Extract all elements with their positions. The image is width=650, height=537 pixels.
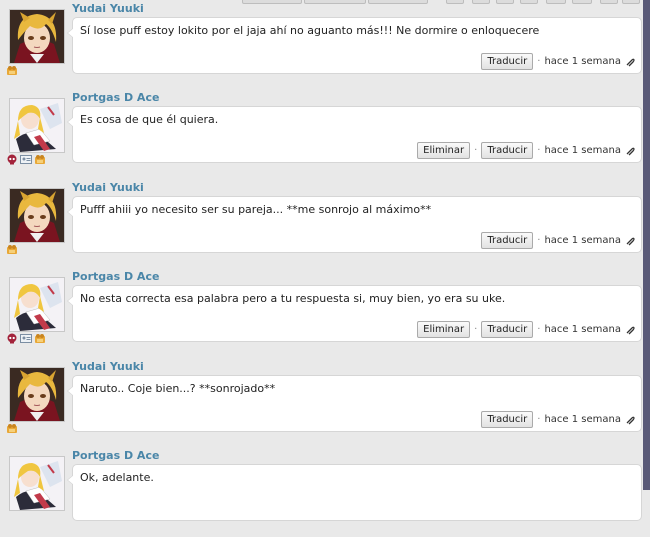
avatar[interactable]	[9, 367, 65, 422]
timestamp: hace 1 semana	[544, 414, 621, 425]
timestamp: hace 1 semana	[544, 235, 621, 246]
timestamp: hace 1 semana	[544, 56, 621, 67]
delete-button[interactable]: Eliminar	[417, 142, 471, 159]
avatar[interactable]	[9, 456, 65, 511]
user-badges	[6, 423, 18, 434]
message: Portgas D Ace Es cosa de que él quiera. El…	[0, 91, 650, 179]
paw-icon[interactable]	[34, 154, 46, 165]
user-badges	[6, 154, 46, 165]
user-badges	[6, 65, 18, 76]
message-text: No esta correcta esa palabra pero a tu r…	[80, 292, 506, 305]
translate-button[interactable]: Traducir	[481, 321, 534, 338]
paw-icon[interactable]	[6, 65, 18, 76]
paw-icon[interactable]	[6, 244, 18, 255]
avatar[interactable]	[9, 188, 65, 243]
author-name[interactable]: Yudai Yuuki	[72, 360, 144, 373]
avatar[interactable]	[9, 98, 65, 153]
author-name[interactable]: Portgas D Ace	[72, 270, 159, 283]
author-name[interactable]: Portgas D Ace	[72, 449, 159, 462]
timestamp: hace 1 semana	[544, 145, 621, 156]
message-bubble: Pufff ahiii yo necesito ser su pareja...…	[67, 196, 642, 253]
attach-icon[interactable]	[625, 146, 635, 156]
id-card-icon[interactable]	[20, 333, 32, 344]
delete-button[interactable]: Eliminar	[417, 321, 471, 338]
paw-icon[interactable]	[34, 333, 46, 344]
separator-dot: ·	[537, 145, 541, 156]
message-text: Sí lose puff estoy lokito por el jaja ah…	[80, 24, 540, 37]
message-actions: Traducir · hace 1 semana	[481, 232, 635, 249]
id-card-icon[interactable]	[20, 154, 32, 165]
separator-dot: ·	[474, 324, 478, 335]
message: Yudai Yuuki Naruto.. Coje bien...? **sonr…	[0, 360, 650, 448]
message-bubble: Naruto.. Coje bien...? **sonrojado** Trad…	[67, 375, 642, 432]
message-actions: Eliminar · Traducir · hace 1 semana	[417, 142, 635, 159]
message-actions: Traducir · hace 1 semana	[481, 411, 635, 428]
message-bubble: No esta correcta esa palabra pero a tu r…	[67, 285, 642, 342]
message-text: Es cosa de que él quiera.	[80, 113, 219, 126]
separator-dot: ·	[537, 235, 541, 246]
translate-button[interactable]: Traducir	[481, 142, 534, 159]
separator-dot: ·	[537, 414, 541, 425]
message-text: Pufff ahiii yo necesito ser su pareja...…	[80, 203, 432, 216]
message: Portgas D Ace Ok, adelante.	[0, 449, 650, 537]
message: Yudai Yuuki Pufff ahiii yo necesito ser s…	[0, 181, 650, 269]
separator-dot: ·	[537, 56, 541, 67]
message: Yudai Yuuki Sí lose puff estoy lokito por…	[0, 2, 650, 90]
avatar[interactable]	[9, 9, 65, 64]
attach-icon[interactable]	[625, 57, 635, 67]
message-text: Naruto.. Coje bien...? **sonrojado**	[80, 382, 276, 395]
translate-button[interactable]: Traducir	[481, 232, 534, 249]
timestamp: hace 1 semana	[544, 324, 621, 335]
user-badges	[6, 244, 18, 255]
message-actions: Traducir · hace 1 semana	[481, 53, 635, 70]
user-badges	[6, 333, 46, 344]
separator-dot: ·	[537, 324, 541, 335]
paw-icon[interactable]	[6, 423, 18, 434]
message-bubble: Es cosa de que él quiera. Eliminar · Traduc…	[67, 106, 642, 163]
attach-icon[interactable]	[625, 325, 635, 335]
message: Portgas D Ace No esta correcta esa palabr…	[0, 270, 650, 358]
skull-icon[interactable]	[6, 333, 18, 344]
translate-button[interactable]: Traducir	[481, 411, 534, 428]
translate-button[interactable]: Traducir	[481, 53, 534, 70]
message-actions: Eliminar · Traducir · hace 1 semana	[417, 321, 635, 338]
author-name[interactable]: Yudai Yuuki	[72, 181, 144, 194]
author-name[interactable]: Portgas D Ace	[72, 91, 159, 104]
author-name[interactable]: Yudai Yuuki	[72, 2, 144, 15]
message-bubble: Ok, adelante.	[67, 464, 642, 521]
attach-icon[interactable]	[625, 415, 635, 425]
attach-icon[interactable]	[625, 236, 635, 246]
message-text: Ok, adelante.	[80, 471, 154, 484]
separator-dot: ·	[474, 145, 478, 156]
message-bubble: Sí lose puff estoy lokito por el jaja ah…	[67, 17, 642, 74]
avatar[interactable]	[9, 277, 65, 332]
skull-icon[interactable]	[6, 154, 18, 165]
